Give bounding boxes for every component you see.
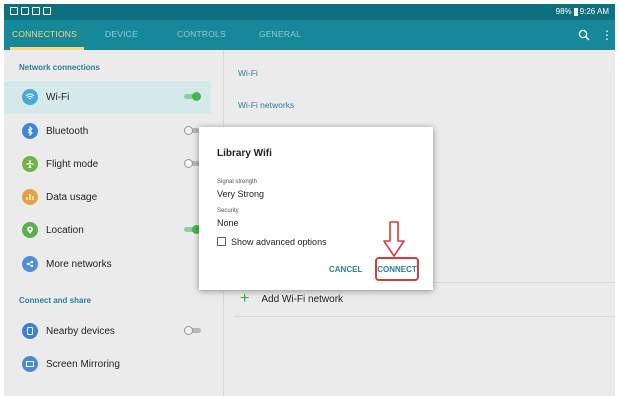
signal-strength-label: Signal strength — [217, 179, 258, 185]
sidebar-item-label: Flight mode — [46, 159, 99, 170]
tab-connections[interactable]: CONNECTIONS — [12, 29, 77, 39]
screenshot-icon — [21, 7, 29, 15]
screen-mirroring-icon — [22, 356, 38, 372]
add-wifi-network-label: Add Wi-Fi network — [261, 293, 344, 305]
section-header-connect-share: Connect and share — [19, 296, 92, 305]
security-value: None — [217, 218, 239, 228]
add-wifi-network-row[interactable]: + Add Wi-Fi network — [240, 290, 344, 307]
data-usage-icon — [22, 189, 38, 205]
airplane-icon — [22, 156, 38, 172]
clock: 9:26 AM — [579, 7, 609, 16]
connect-button-label: CONNECT — [377, 264, 417, 274]
sidebar-item-nearby-devices[interactable]: Nearby devices — [4, 315, 211, 348]
sidebar: Network connections Wi-Fi Bluetooth Flig… — [4, 50, 223, 396]
arrow-down-icon — [383, 221, 405, 257]
divider — [234, 316, 615, 317]
search-icon[interactable] — [577, 28, 591, 42]
signal-strength-value: Very Strong — [217, 189, 265, 199]
nearby-devices-icon — [22, 323, 38, 339]
dialog-title: Library Wifi — [217, 148, 272, 159]
security-label: Security — [217, 208, 239, 214]
sidebar-item-label: Nearby devices — [46, 326, 115, 337]
sidebar-item-bluetooth[interactable]: Bluetooth — [4, 115, 211, 148]
sidebar-item-label: Bluetooth — [46, 126, 89, 137]
location-icon — [22, 222, 38, 238]
sidebar-item-more-networks[interactable]: More networks — [4, 248, 211, 281]
tab-device[interactable]: DEVICE — [105, 29, 138, 39]
page-title: Wi-Fi — [238, 68, 258, 78]
sidebar-item-wifi[interactable]: Wi-Fi — [4, 81, 211, 114]
battery-level: 98% — [555, 7, 572, 16]
sidebar-item-label: Data usage — [46, 192, 98, 203]
alert-icon — [43, 7, 51, 15]
sidebar-item-label: More networks — [46, 259, 112, 270]
sidebar-item-label: Location — [46, 225, 84, 236]
wifi-toggle[interactable] — [184, 92, 201, 101]
signal-icon — [32, 7, 40, 15]
sidebar-item-label: Screen Mirroring — [46, 359, 120, 370]
sidebar-item-screen-mirroring[interactable]: Screen Mirroring — [4, 348, 211, 381]
advanced-options-label[interactable]: Show advanced options — [231, 237, 327, 247]
nearby-devices-toggle[interactable] — [184, 326, 201, 335]
plus-icon: + — [240, 290, 250, 307]
sidebar-item-location[interactable]: Location — [4, 214, 211, 247]
sidebar-item-label: Wi-Fi — [46, 92, 70, 103]
more-options-icon[interactable]: ⋮ — [601, 27, 613, 43]
status-bar: 98% 9:26 AM — [4, 4, 615, 20]
tab-general[interactable]: GENERAL — [259, 29, 301, 39]
wifi-connect-dialog: Library Wifi Signal strength Very Strong… — [199, 127, 433, 290]
settings-tab-bar: CONNECTIONS DEVICE CONTROLS GENERAL ⋮ — [4, 20, 615, 50]
connect-button[interactable]: CONNECT — [375, 257, 419, 281]
sidebar-item-flight-mode[interactable]: Flight mode — [4, 148, 211, 181]
sidebar-item-data-usage[interactable]: Data usage — [4, 181, 211, 214]
status-icons — [10, 7, 51, 15]
cancel-button[interactable]: CANCEL — [329, 265, 362, 274]
advanced-options-checkbox[interactable] — [217, 237, 226, 246]
wifi-networks-header: Wi-Fi networks — [238, 100, 295, 110]
wifi-icon — [22, 89, 38, 105]
tab-controls[interactable]: CONTROLS — [177, 29, 226, 39]
notification-icon — [10, 7, 18, 15]
battery-icon — [573, 7, 578, 16]
more-networks-icon — [22, 256, 38, 272]
bluetooth-icon — [22, 123, 38, 139]
section-header-network: Network connections — [19, 63, 100, 72]
